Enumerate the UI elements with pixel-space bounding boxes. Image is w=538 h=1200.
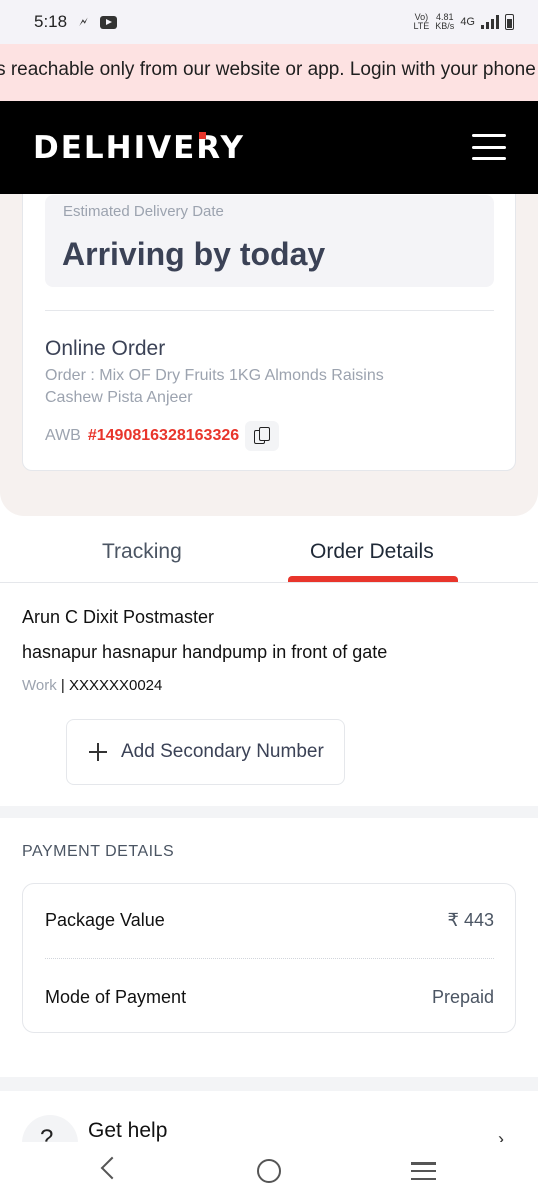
add-secondary-number-button[interactable]: Add Secondary Number [66,719,345,785]
payment-row-mode: Mode of Payment Prepaid [45,987,494,1008]
eta-value: Arriving by today [62,236,326,272]
recent-apps-icon[interactable] [411,1162,436,1180]
payment-label: Package Value [45,910,165,930]
status-bar: 5:18 🗲 Vo) LTE 4.81 KB/s 4G [0,0,538,44]
payment-value: Prepaid [431,987,494,1007]
phone-row: Work | XXXXXX0024 [22,677,162,694]
tab-tracking[interactable]: Tracking [102,540,182,564]
network-badge: Vo) LTE [413,12,430,31]
payment-details-title: PAYMENT DETAILS [22,843,175,860]
awb-label: AWB [45,427,81,444]
notice-banner: n is reachable only from our website or … [0,44,538,101]
phone-separator: | [56,677,69,694]
eta-box: Estimated Delivery Date Arriving by toda… [45,195,494,287]
add-secondary-label: Add Secondary Number [121,741,324,762]
hamburger-menu-icon[interactable] [472,134,506,160]
order-title: Online Order [45,337,166,360]
address-line: hasnapur hasnapur handpump in front of g… [22,642,388,662]
get-help-row[interactable]: ? Get help › [0,1091,538,1146]
logo-accent-mark [199,132,206,139]
network-type: 4G [460,16,475,28]
plus-icon [89,743,107,761]
payment-row-package-value: Package Value ₹ 443 [45,910,494,931]
signal-icon [481,15,499,29]
payment-card: Package Value ₹ 443 Mode of Payment Prep… [22,883,516,1033]
section-separator [0,806,538,818]
battery-icon [505,14,514,30]
recipient-name: Arun C Dixit Postmaster [22,607,215,627]
back-icon[interactable] [100,1156,124,1180]
phone-type: Work [22,677,57,694]
status-time: 5:18 [34,12,68,31]
awb-row: AWB #1490816328163326 [45,421,280,451]
payment-label: Mode of Payment [45,987,187,1007]
banner-text: n is reachable only from our website or … [0,59,536,80]
eta-label: Estimated Delivery Date [63,203,224,220]
order-summary-section: Estimated Delivery Date Arriving by toda… [0,194,538,516]
network-speed: 4.81 KB/s [435,12,455,31]
order-card: Estimated Delivery Date Arriving by toda… [22,194,516,471]
system-nav-bar [0,1142,538,1200]
tab-order-details[interactable]: Order Details [310,540,434,564]
tab-bar: Tracking Order Details [0,528,538,583]
divider [45,310,494,311]
active-tab-indicator [288,576,458,582]
phone-number: XXXXXX0024 [68,677,163,694]
awb-number[interactable]: #1490816328163326 [88,427,239,445]
order-description: Order : Mix OF Dry Fruits 1KG Almonds Ra… [45,367,384,406]
flash-icon: 🗲 [79,14,88,29]
delhivery-logo[interactable]: DELHIVERY [33,131,245,165]
youtube-icon [99,15,117,29]
copy-icon[interactable] [245,421,280,451]
section-separator [0,1077,538,1091]
get-help-label: Get help [88,1119,168,1142]
home-icon[interactable] [257,1159,281,1183]
app-header: DELHIVERY [0,101,538,194]
payment-value: ₹ 443 [447,910,495,930]
payment-divider [45,958,494,959]
